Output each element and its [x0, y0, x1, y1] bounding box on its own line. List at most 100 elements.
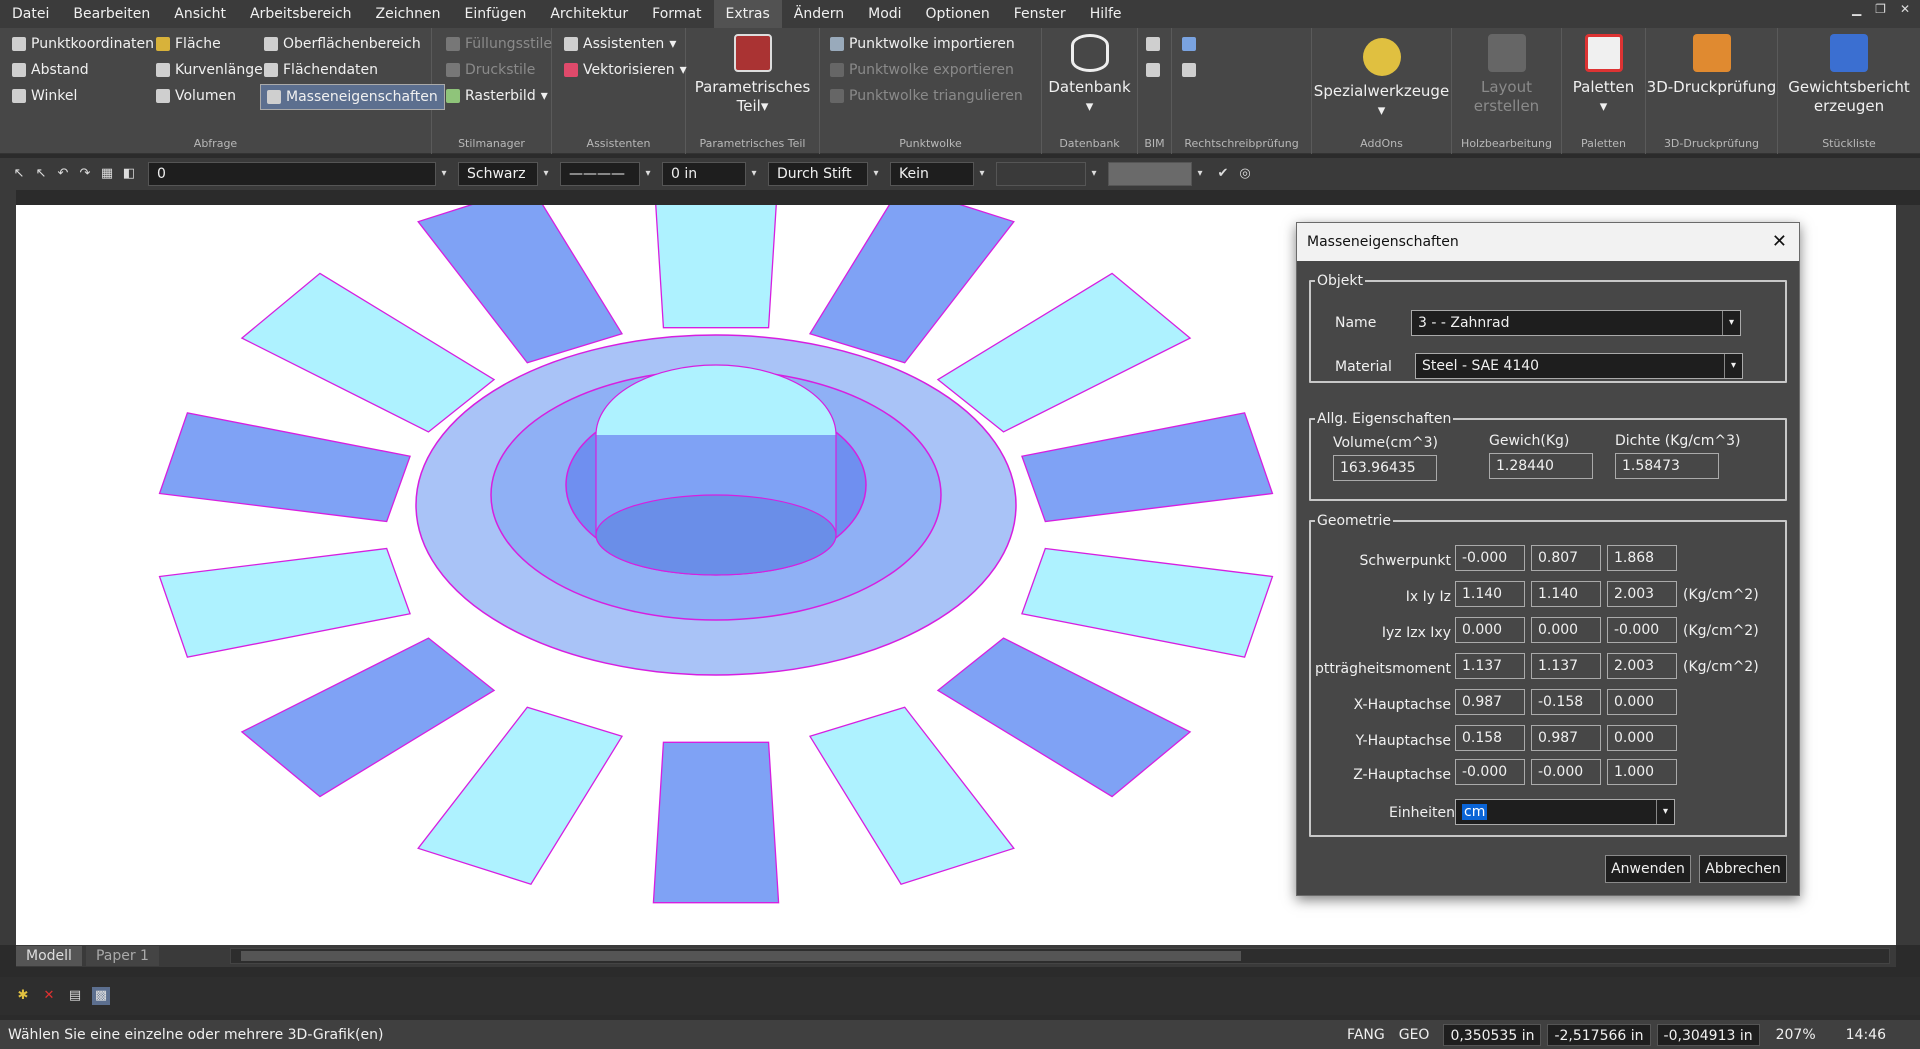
menu-einfuegen[interactable]: Einfügen	[453, 0, 539, 28]
extra-select-2[interactable]: ▾	[1108, 162, 1203, 186]
punktwolke-triangulieren-button[interactable]: Punktwolke triangulieren	[830, 84, 1023, 108]
menu-zeichnen[interactable]: Zeichnen	[364, 0, 453, 28]
undo-icon[interactable]: ↶	[54, 165, 72, 183]
layer-manager-icon[interactable]: ▦	[98, 165, 116, 183]
object-name-select[interactable]: 3 - - Zahnrad ▾	[1411, 310, 1741, 336]
units-select[interactable]: cm ▾	[1455, 799, 1675, 825]
coord-y[interactable]: -2,517566 in	[1547, 1023, 1651, 1046]
plotstyle-select[interactable]: Durch Stift ▾	[768, 162, 879, 186]
geometry-value-field[interactable]: 2.003	[1607, 653, 1677, 679]
geometry-value-field[interactable]: -0.000	[1455, 545, 1525, 571]
close-icon[interactable]: ✕	[1772, 223, 1787, 261]
menu-extras[interactable]: Extras	[713, 0, 782, 28]
gewichtsbericht-button[interactable]: Gewichtsbericht erzeugen	[1778, 34, 1920, 116]
restore-icon[interactable]: ❐	[1875, 2, 1886, 16]
menu-modi[interactable]: Modi	[856, 0, 913, 28]
menu-hilfe[interactable]: Hilfe	[1078, 0, 1134, 28]
geometry-value-field[interactable]: 0.987	[1455, 689, 1525, 715]
spezialwerkzeuge-button[interactable]: Spezialwerkzeuge ▾	[1312, 38, 1451, 120]
menu-datei[interactable]: Datei	[0, 0, 61, 28]
close-icon[interactable]: ✕	[1900, 2, 1910, 16]
chevron-down-icon[interactable]: ▾	[1724, 354, 1742, 378]
winkel-button[interactable]: Winkel	[12, 84, 77, 108]
rasterbild-button[interactable]: Rasterbild ▾	[446, 84, 548, 108]
punktwolke-exportieren-button[interactable]: Punktwolke exportieren	[830, 58, 1014, 82]
menu-optionen[interactable]: Optionen	[914, 0, 1002, 28]
minimize-icon[interactable]: ▁	[1852, 2, 1861, 16]
geometry-value-field[interactable]: 0.000	[1531, 617, 1601, 643]
chevron-down-icon[interactable]: ▾	[1656, 800, 1674, 824]
geometry-value-field[interactable]: -0.000	[1531, 759, 1601, 785]
properties-icon[interactable]: ◎	[1236, 165, 1254, 183]
druckpruefung-button[interactable]: 3D-Druckprüfung	[1646, 34, 1777, 97]
menu-format[interactable]: Format	[640, 0, 713, 28]
select-icon[interactable]: ↖	[10, 165, 28, 183]
geometry-value-field[interactable]: -0.000	[1455, 759, 1525, 785]
geometry-value-field[interactable]: 0.000	[1607, 689, 1677, 715]
datenbank-button[interactable]: Datenbank ▾	[1042, 34, 1137, 116]
abstand-button[interactable]: Abstand	[12, 58, 89, 82]
geometry-value-field[interactable]: 0.987	[1531, 725, 1601, 751]
apply-properties-icon[interactable]: ✔	[1214, 165, 1232, 183]
menu-architektur[interactable]: Architektur	[538, 0, 640, 28]
geometry-value-field[interactable]: 1.140	[1531, 581, 1601, 607]
tab-paper-1[interactable]: Paper 1	[85, 946, 159, 966]
flaechendaten-button[interactable]: Flächendaten	[264, 58, 378, 82]
horizontal-scrollbar[interactable]	[230, 948, 1890, 964]
punktkoordinaten-button[interactable]: Punktkoordinaten	[12, 32, 154, 56]
coord-x[interactable]: 0,350535 in	[1443, 1023, 1542, 1046]
layer-states-icon[interactable]: ◧	[120, 165, 138, 183]
kurvenlaenge-button[interactable]: Kurvenlänge	[156, 58, 263, 82]
menu-aendern[interactable]: Ändern	[782, 0, 856, 28]
geo-toggle[interactable]: GEO	[1399, 1027, 1430, 1043]
geometry-value-field[interactable]: 0.158	[1455, 725, 1525, 751]
spellcheck-options-button[interactable]	[1182, 58, 1196, 82]
coord-z[interactable]: -0,304913 in	[1656, 1023, 1760, 1046]
chevron-down-icon[interactable]: ▾	[1722, 311, 1740, 335]
fuellungsstile-button[interactable]: Füllungsstile	[446, 32, 552, 56]
list-icon[interactable]: ▤	[66, 987, 84, 1005]
paletten-button[interactable]: Paletten ▾	[1562, 34, 1645, 116]
lineweight-select[interactable]: 0 in ▾	[662, 162, 757, 186]
geometry-value-field[interactable]: 1.140	[1455, 581, 1525, 607]
density-field[interactable]: 1.58473	[1615, 453, 1719, 479]
punktwolke-importieren-button[interactable]: Punktwolke importieren	[830, 32, 1015, 56]
geometry-value-field[interactable]: 0.807	[1531, 545, 1601, 571]
menu-bearbeiten[interactable]: Bearbeiten	[61, 0, 162, 28]
hatch-icon[interactable]: ▩	[92, 987, 110, 1005]
flaeche-button[interactable]: Fläche	[156, 32, 221, 56]
vertical-scrollbar[interactable]	[1896, 205, 1920, 945]
apply-button[interactable]: Anwenden	[1605, 855, 1691, 883]
layout-erstellen-button[interactable]: Layout erstellen	[1452, 34, 1561, 116]
cancel-icon[interactable]: ✕	[40, 987, 58, 1005]
fill-select[interactable]: Kein ▾	[890, 162, 985, 186]
extra-select-1[interactable]: ▾	[996, 162, 1097, 186]
bim-tool-1[interactable]	[1146, 32, 1160, 56]
vektorisieren-button[interactable]: Vektorisieren ▾	[564, 58, 687, 82]
bim-tool-2[interactable]	[1146, 58, 1160, 82]
assistenten-button[interactable]: Assistenten ▾	[564, 32, 676, 56]
linetype-select[interactable]: ———— ▾	[560, 162, 651, 186]
tab-modell[interactable]: Modell	[16, 946, 82, 966]
color-select[interactable]: Schwarz ▾	[458, 162, 549, 186]
weight-field[interactable]: 1.28440	[1489, 453, 1593, 479]
geometry-value-field[interactable]: 1.137	[1455, 653, 1525, 679]
geometry-value-field[interactable]: 1.000	[1607, 759, 1677, 785]
masseneigenschaften-button[interactable]: Masseneigenschaften	[260, 84, 445, 110]
oberflaechenbereich-button[interactable]: Oberflächenbereich	[264, 32, 421, 56]
snap-icon[interactable]: ✱	[14, 987, 32, 1005]
horizontal-scroll-thumb[interactable]	[241, 951, 1241, 961]
material-select[interactable]: Steel - SAE 4140 ▾	[1415, 353, 1743, 379]
snap-toggle[interactable]: FANG	[1347, 1027, 1385, 1043]
geometry-value-field[interactable]: 1.137	[1531, 653, 1601, 679]
geometry-value-field[interactable]: 0.000	[1455, 617, 1525, 643]
menu-ansicht[interactable]: Ansicht	[162, 0, 238, 28]
pick-icon[interactable]: ↖	[32, 165, 50, 183]
redo-icon[interactable]: ↷	[76, 165, 94, 183]
volume-field[interactable]: 163.96435	[1333, 455, 1437, 481]
geometry-value-field[interactable]: 2.003	[1607, 581, 1677, 607]
cancel-button[interactable]: Abbrechen	[1699, 855, 1787, 883]
geometry-value-field[interactable]: 1.868	[1607, 545, 1677, 571]
layer-select[interactable]: 0 ▾	[148, 162, 447, 186]
geometry-value-field[interactable]: -0.158	[1531, 689, 1601, 715]
